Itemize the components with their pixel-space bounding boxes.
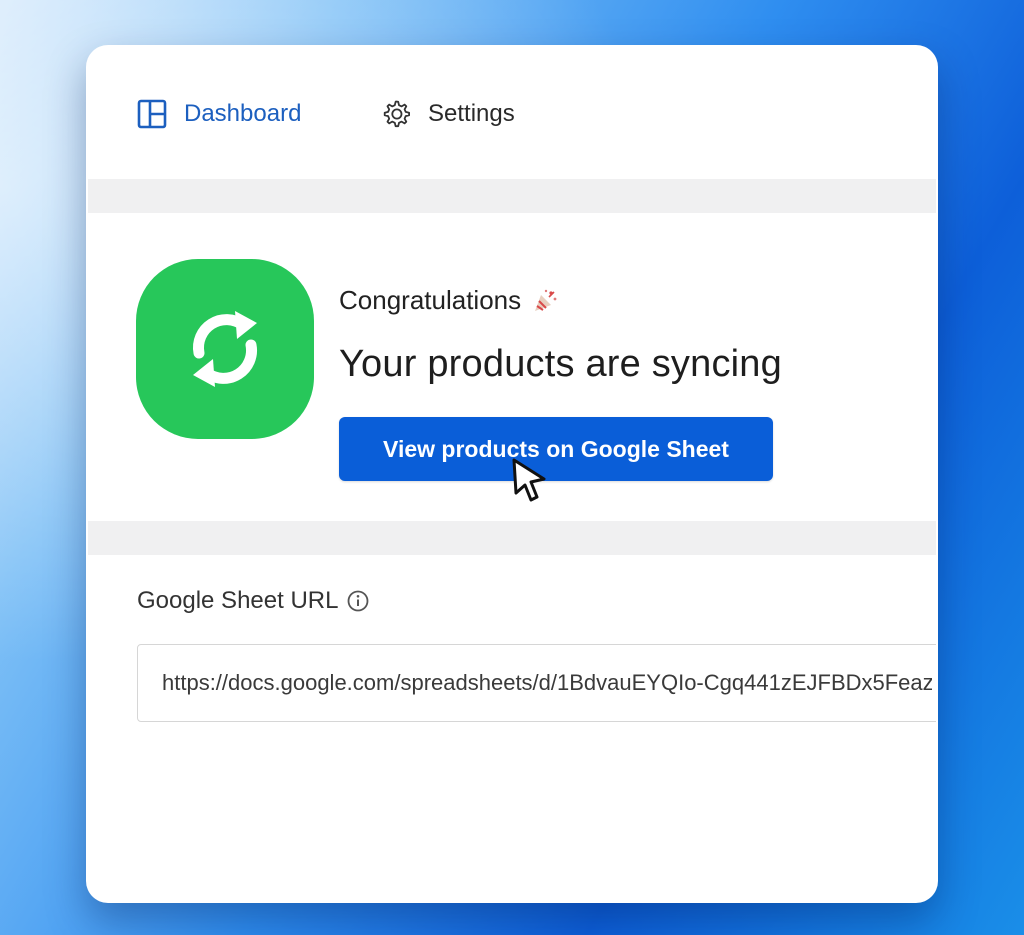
section-divider <box>88 179 936 213</box>
nav-settings[interactable]: Settings <box>380 97 515 131</box>
section-divider-2 <box>88 521 936 555</box>
nav-dashboard[interactable]: Dashboard <box>136 97 301 131</box>
app-window: Dashboard Settings Congratulations Your … <box>86 45 938 903</box>
nav-dashboard-label: Dashboard <box>184 100 302 127</box>
layout-icon <box>136 98 168 130</box>
sheet-url-label-text: Google Sheet URL <box>137 587 339 614</box>
congrats-text: Congratulations <box>339 285 559 316</box>
congrats-label: Congratulations <box>339 285 522 315</box>
info-icon[interactable] <box>346 589 370 613</box>
sync-icon <box>136 259 314 439</box>
sheet-url-section: Google Sheet URL <box>88 555 936 901</box>
success-card: Congratulations Your products are syncin… <box>88 213 936 521</box>
top-nav: Dashboard Settings <box>88 47 936 179</box>
nav-settings-label: Settings <box>428 100 515 127</box>
sheet-url-field[interactable] <box>137 644 936 722</box>
syncing-headline: Your products are syncing <box>339 343 782 385</box>
gear-icon <box>380 98 412 130</box>
party-popper-icon <box>531 287 559 315</box>
view-products-button[interactable]: View products on Google Sheet <box>339 417 773 481</box>
mouse-cursor-icon <box>510 457 550 505</box>
sheet-url-label: Google Sheet URL <box>137 587 370 615</box>
